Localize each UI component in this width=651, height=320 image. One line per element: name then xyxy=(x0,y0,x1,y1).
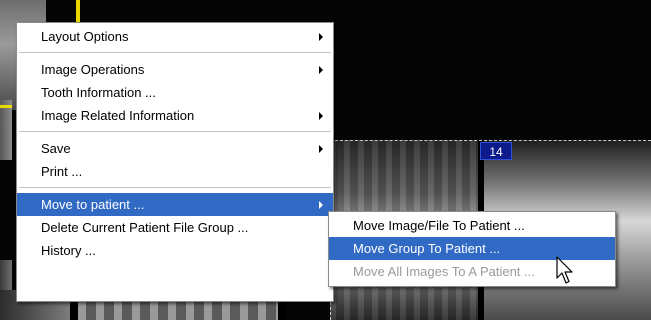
submenu-item-label: Move Image/File To Patient ... xyxy=(353,218,525,233)
menu-item-label: Delete Current Patient File Group ... xyxy=(41,220,249,235)
submenu-item-label: Move Group To Patient ... xyxy=(353,241,501,256)
menu-item-layout-options[interactable]: Layout Options xyxy=(17,25,333,48)
menu-item-label: Print ... xyxy=(41,164,83,179)
menu-item-tooth-information[interactable]: Tooth Information ... xyxy=(17,81,333,104)
layout-guide-line xyxy=(330,140,651,141)
menu-item-image-related-information[interactable]: Image Related Information xyxy=(17,104,333,127)
selection-frame-marker xyxy=(0,105,12,108)
menu-item-label: Tooth Information ... xyxy=(41,85,156,100)
chevron-right-icon xyxy=(319,145,323,153)
xray-thumbnail-left-middle[interactable] xyxy=(0,100,12,160)
menu-item-print[interactable]: Print ... xyxy=(17,160,333,183)
menu-item-label: History ... xyxy=(41,243,96,258)
menu-separator xyxy=(19,187,331,188)
menu-item-label: Move to patient ... xyxy=(41,197,145,212)
menu-separator xyxy=(19,52,331,53)
menu-item-image-operations[interactable]: Image Operations xyxy=(17,58,333,81)
menu-item-save[interactable]: Save xyxy=(17,137,333,160)
submenu-item-move-image-file[interactable]: Move Image/File To Patient ... xyxy=(329,214,615,237)
chevron-right-icon xyxy=(319,66,323,74)
chevron-right-icon xyxy=(319,112,323,120)
submenu-item-label: Move All Images To A Patient ... xyxy=(353,264,535,279)
menu-item-label: Image Operations xyxy=(41,62,145,77)
menu-item-delete-patient-file-group[interactable]: Delete Current Patient File Group ... xyxy=(17,216,333,239)
mouse-pointer-icon xyxy=(556,256,573,284)
menu-item-label: Save xyxy=(41,141,71,156)
chevron-right-icon xyxy=(319,33,323,41)
menu-item-label: Layout Options xyxy=(41,29,129,44)
menu-item-label: Image Related Information xyxy=(41,108,195,123)
menu-separator xyxy=(19,131,331,132)
context-menu: Layout Options Image Operations Tooth In… xyxy=(16,22,334,302)
tooth-number-badge: 14 xyxy=(480,142,512,160)
menu-item-history[interactable]: History ... xyxy=(17,239,333,262)
menu-item-move-to-patient[interactable]: Move to patient ... xyxy=(17,193,333,216)
chevron-right-icon xyxy=(319,201,323,209)
